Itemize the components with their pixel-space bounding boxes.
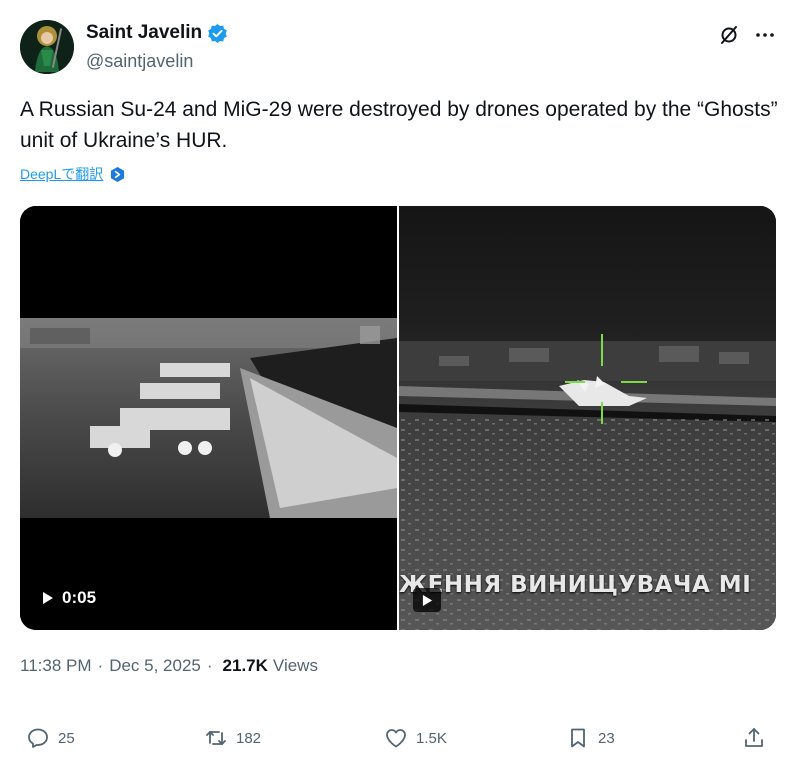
retweet-icon (206, 731, 226, 745)
separator-dot: · (206, 656, 213, 675)
translate-link[interactable]: DeepLで翻訳 (20, 164, 103, 184)
media-grid: 0:05 ЖЕННЯ ВИНИЩУВАЧА МІ (20, 206, 776, 630)
like-count: 1.5K (416, 729, 447, 747)
video-thumbnail-right[interactable]: ЖЕННЯ ВИНИЩУВАЧА МІ (399, 206, 776, 630)
bookmark-button[interactable]: 23 (566, 722, 615, 754)
reply-icon (28, 728, 48, 748)
tweet-time[interactable]: 11:38 PM (20, 656, 92, 676)
views-count: 21.7K (222, 656, 268, 675)
more-options-icon[interactable] (750, 20, 780, 50)
reply-count: 25 (58, 729, 75, 747)
action-bar: 25 182 1.5K 23 (20, 722, 780, 754)
tweet-date[interactable]: Dec 5, 2025 (109, 656, 201, 676)
verified-badge-icon (207, 23, 228, 44)
handle[interactable]: @saintjavelin (86, 51, 193, 72)
video-duration-text: 0:05 (62, 588, 97, 607)
tweet-header: Saint Javelin @saintjavelin (20, 18, 780, 76)
play-button[interactable] (413, 588, 441, 612)
video-thumbnail-left[interactable]: 0:05 (20, 206, 397, 630)
grok-icon[interactable] (714, 20, 744, 50)
deepl-icon[interactable] (109, 166, 126, 183)
tweet-meta: 11:38 PM · Dec 5, 2025 · 21.7K Views (20, 656, 318, 676)
display-name[interactable]: Saint Javelin (86, 22, 202, 44)
saint-javelin-avatar-icon (20, 20, 74, 74)
translate-row: DeepLで翻訳 (20, 164, 126, 184)
separator-dot: · (97, 656, 104, 675)
retweet-button[interactable]: 182 (204, 722, 261, 754)
heart-icon (386, 729, 406, 748)
views-label: Views (272, 656, 318, 675)
tweet-text: A Russian Su-24 and MiG-29 were destroye… (20, 98, 778, 152)
like-button[interactable]: 1.5K (384, 722, 447, 754)
retweet-count: 182 (236, 729, 262, 747)
bookmark-icon (571, 728, 585, 748)
share-button[interactable] (742, 722, 774, 754)
bookmark-count: 23 (598, 729, 615, 747)
play-icon (43, 592, 53, 604)
thermal-image-aircraft (399, 206, 776, 630)
play-icon (422, 594, 432, 606)
avatar[interactable] (20, 20, 74, 74)
reply-button[interactable]: 25 (26, 722, 75, 754)
thermal-image-convoy (20, 318, 397, 518)
share-icon (745, 728, 763, 747)
video-caption: ЖЕННЯ ВИНИЩУВАЧА МІ (399, 572, 752, 598)
video-duration: 0:05 (42, 588, 96, 608)
